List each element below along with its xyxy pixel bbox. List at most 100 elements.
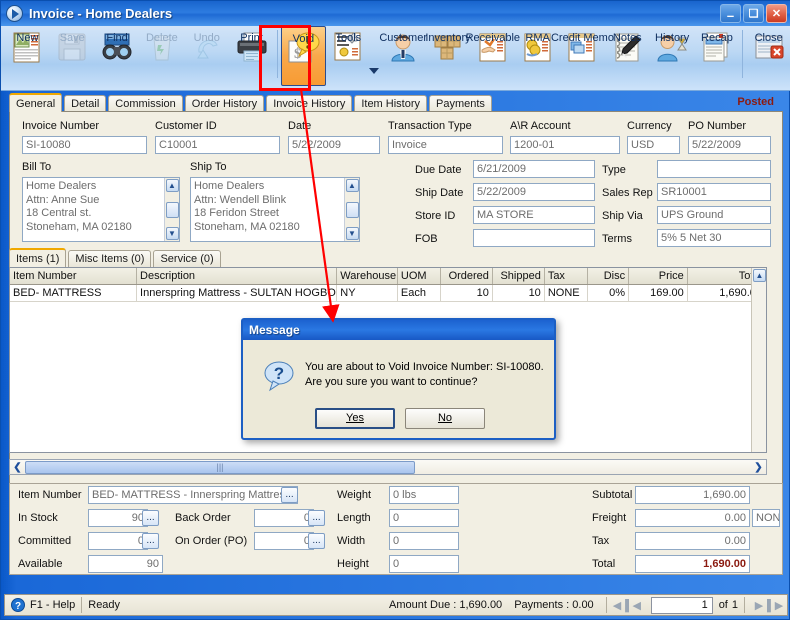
scroll-left-icon[interactable]: ❮	[10, 460, 25, 474]
toolbar-button-close[interactable]: Close	[746, 26, 790, 88]
grid-col-description[interactable]: Description	[137, 268, 338, 284]
detail-item-number-field[interactable]: BED- MATTRESS - Innerspring Mattress - S	[88, 486, 298, 504]
toolbar-button-save[interactable]: Save	[50, 26, 95, 88]
tab-detail[interactable]: Detail	[64, 95, 107, 112]
bill-to-scrollbar[interactable]: ▲ ▼	[164, 178, 179, 241]
yes-button[interactable]: Yes	[315, 408, 395, 429]
tab-invoice-history[interactable]: Invoice History	[266, 95, 353, 112]
committed-field[interactable]: 0	[88, 532, 148, 550]
due-date-field[interactable]: 6/21/2009	[473, 160, 595, 178]
grid-horizontal-scrollbar[interactable]: ❮ ||| ❯	[9, 459, 767, 475]
toolbar-button-receivable[interactable]: Receivable	[466, 26, 520, 88]
scroll-down-icon[interactable]: ▼	[345, 227, 359, 240]
cell-item-number[interactable]: BED- MATTRESS	[10, 285, 138, 301]
tab-commission[interactable]: Commission	[108, 95, 183, 112]
back-order-lookup-button[interactable]: ...	[308, 510, 325, 526]
bill-to-box[interactable]: Home Dealers Attn: Anne Sue 18 Central s…	[22, 177, 180, 242]
on-order-lookup-button[interactable]: ...	[308, 533, 325, 549]
cell-ordered[interactable]: 10	[441, 285, 493, 301]
grid-col-warehouse[interactable]: Warehouse	[337, 268, 398, 284]
table-row[interactable]: BED- MATTRESS Innerspring Mattress - SUL…	[10, 285, 767, 302]
tab-general[interactable]: General	[9, 93, 63, 112]
currency-field[interactable]: USD	[627, 136, 680, 154]
toolbar-button-notes[interactable]: Notes	[605, 26, 650, 88]
scroll-up-icon[interactable]: ▲	[165, 179, 179, 192]
store-id-field[interactable]: MA STORE	[473, 206, 595, 224]
ship-to-box[interactable]: Home Dealers Attn: Wendell Blink 18 Feri…	[190, 177, 360, 242]
toolbar-button-history[interactable]: History	[650, 26, 695, 88]
scroll-thumb[interactable]	[345, 201, 359, 218]
close-button[interactable]: ✕	[766, 4, 787, 23]
freight-tax-code-field[interactable]: NON	[752, 509, 780, 527]
scroll-right-icon[interactable]: ❯	[751, 460, 766, 474]
item-number-lookup-button[interactable]: ...	[281, 487, 298, 503]
nav-last-icon[interactable]: ▌▶	[767, 599, 783, 612]
back-order-field[interactable]: 0	[254, 509, 314, 527]
grid-col-ordered[interactable]: Ordered	[441, 268, 493, 284]
length-field[interactable]: 0	[389, 509, 459, 527]
cell-disc[interactable]: 0%	[588, 285, 630, 301]
grid-col-item-number[interactable]: Item Number	[10, 268, 138, 284]
freight-field[interactable]: 0.00	[635, 509, 750, 527]
tab-items[interactable]: Items (1)	[9, 248, 67, 267]
page-number-input[interactable]: 1	[650, 596, 713, 614]
customer-id-field[interactable]: C10001	[155, 136, 280, 154]
ship-via-field[interactable]: UPS Ground	[657, 206, 771, 224]
height-field[interactable]: 0	[389, 555, 459, 573]
toolbar-button-new[interactable]: New	[5, 26, 50, 88]
in-stock-field[interactable]: 90	[88, 509, 148, 527]
grid-vertical-scrollbar[interactable]: ▲	[751, 268, 766, 452]
in-stock-lookup-button[interactable]: ...	[142, 510, 159, 526]
cell-shipped[interactable]: 10	[493, 285, 545, 301]
nav-next-icon[interactable]: ▶	[751, 599, 767, 612]
toolbar-button-find[interactable]: Find	[95, 26, 140, 88]
cell-uom[interactable]: Each	[398, 285, 442, 301]
grid-col-tax[interactable]: Tax	[545, 268, 588, 284]
cell-warehouse[interactable]: NY	[337, 285, 398, 301]
scroll-thumb[interactable]: |||	[25, 460, 415, 474]
toolbar-button-tools[interactable]: Tools	[326, 26, 371, 88]
toolbar-button-void[interactable]: $ Void	[280, 26, 326, 86]
cell-tax[interactable]: NONE	[545, 285, 588, 301]
tab-payments[interactable]: Payments	[429, 95, 492, 112]
cell-description[interactable]: Innerspring Mattress - SULTAN HOGBO 7	[137, 285, 338, 301]
date-field[interactable]: 5/22/2009	[288, 136, 380, 154]
nav-first-icon[interactable]: ◀▐	[613, 599, 629, 612]
po-number-field[interactable]: 5/22/2009	[688, 136, 771, 154]
on-order-field[interactable]: 0	[254, 532, 314, 550]
toolbar-button-recap[interactable]: Recap	[695, 26, 740, 88]
width-field[interactable]: 0	[389, 532, 459, 550]
toolbar-button-print[interactable]: Print	[229, 26, 274, 88]
tab-misc-items[interactable]: Misc Items (0)	[68, 250, 152, 267]
committed-lookup-button[interactable]: ...	[142, 533, 159, 549]
scroll-up-icon[interactable]: ▲	[753, 269, 766, 282]
tab-order-history[interactable]: Order History	[184, 95, 265, 112]
minimize-button[interactable]: –	[720, 4, 741, 23]
toolbar-button-delete[interactable]: Delete	[139, 26, 184, 88]
ship-to-scrollbar[interactable]: ▲ ▼	[344, 178, 359, 241]
nav-prev-icon[interactable]: ◀	[629, 599, 645, 612]
grid-col-uom[interactable]: UOM	[398, 268, 442, 284]
toolbar-button-credit-memo[interactable]: Credit Memo	[551, 26, 614, 88]
toolbar-button-undo[interactable]: Undo	[184, 26, 229, 88]
scroll-up-icon[interactable]: ▲	[345, 179, 359, 192]
grid-col-price[interactable]: Price	[629, 268, 688, 284]
maximize-button[interactable]: ❑	[743, 4, 764, 23]
toolbar-button-customer[interactable]: Customer	[379, 26, 427, 88]
scroll-thumb[interactable]	[165, 201, 179, 218]
ar-account-field[interactable]: 1200-01	[510, 136, 620, 154]
type-field[interactable]	[657, 160, 771, 178]
grid-col-shipped[interactable]: Shipped	[493, 268, 545, 284]
help-area[interactable]: ? F1 - Help	[5, 595, 81, 615]
fob-field[interactable]	[473, 229, 595, 247]
sales-rep-field[interactable]: SR10001	[657, 183, 771, 201]
no-button[interactable]: No	[405, 408, 485, 429]
tab-item-history[interactable]: Item History	[354, 95, 428, 112]
terms-field[interactable]: 5% 5 Net 30	[657, 229, 771, 247]
tab-service[interactable]: Service (0)	[153, 250, 221, 267]
toolbar-button-inventory[interactable]: Inventory	[425, 26, 471, 88]
ship-date-field[interactable]: 5/22/2009	[473, 183, 595, 201]
invoice-number-field[interactable]: SI-10080	[22, 136, 147, 154]
weight-field[interactable]: 0 lbs	[389, 486, 459, 504]
cell-price[interactable]: 169.00	[629, 285, 688, 301]
